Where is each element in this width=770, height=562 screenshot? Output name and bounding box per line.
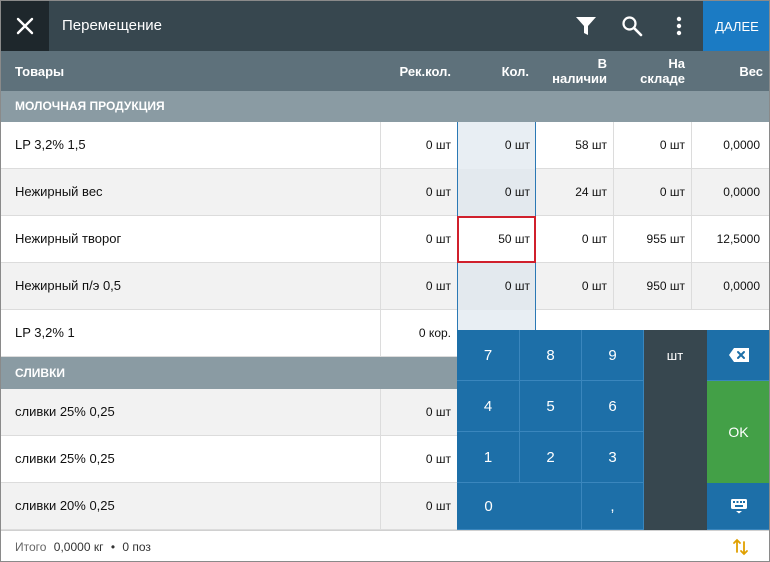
product-name: LP 3,2% 1 — [15, 325, 75, 340]
keyboard-icon — [730, 499, 747, 514]
in-stock-cell: 24 шт — [575, 185, 607, 199]
rec-qty-cell: 0 шт — [425, 138, 451, 152]
move-screen: Перемещение ДАЛЕЕ Товары Рек.кол. Кол. В… — [0, 0, 770, 562]
unit-button[interactable]: шт — [644, 330, 707, 381]
weight-cell: 0,0000 — [723, 185, 760, 199]
rec-qty-cell: 0 шт — [425, 405, 451, 419]
rec-qty-cell: 0 кор. — [418, 326, 451, 340]
weight-cell: 12,5000 — [716, 232, 760, 246]
ok-button[interactable]: OK — [707, 381, 769, 483]
column-qty[interactable]: Кол. — [461, 51, 529, 91]
total-weight: 0,0000 кг — [53, 540, 104, 554]
sort-button[interactable] — [731, 537, 751, 557]
next-button[interactable]: ДАЛЕЕ — [703, 1, 769, 51]
table-row[interactable]: Нежирный вес 0 шт 0 шт 24 шт 0 шт 0,0000 — [1, 169, 769, 216]
close-icon — [16, 17, 34, 35]
total-label: Итого — [15, 540, 47, 554]
rec-qty-cell: 0 шт — [425, 185, 451, 199]
qty-cell[interactable]: 0 шт — [457, 122, 536, 169]
column-in-stock-line1: В — [597, 56, 607, 71]
qty-value: 50 шт — [498, 232, 530, 246]
top-bar: Перемещение ДАЛЕЕ — [1, 1, 769, 51]
rec-qty-cell: 0 шт — [425, 279, 451, 293]
product-name: LP 3,2% 1,5 — [15, 137, 86, 152]
keypad-spacer — [644, 381, 707, 530]
in-stock-cell: 58 шт — [575, 138, 607, 152]
table-row[interactable]: Нежирный творог 0 шт 50 шт 0 шт 955 шт 1… — [1, 216, 769, 263]
search-button[interactable] — [614, 1, 650, 51]
separator: • — [110, 540, 116, 554]
product-name: Нежирный вес — [15, 184, 103, 199]
weight-cell: 0,0000 — [723, 138, 760, 152]
column-goods[interactable]: Товары — [15, 51, 64, 91]
keyboard-button[interactable] — [707, 483, 769, 530]
key-1[interactable]: 1 — [457, 432, 520, 483]
column-in-stock[interactable]: В наличии — [531, 51, 607, 91]
table-row[interactable]: LP 3,2% 1,5 0 шт 0 шт 58 шт 0 шт 0,0000 — [1, 122, 769, 169]
column-weight[interactable]: Вес — [691, 51, 763, 91]
table-header: Товары Рек.кол. Кол. В наличии На складе… — [1, 51, 769, 91]
qty-cell-active[interactable]: 50 шт — [457, 216, 536, 263]
warehouse-cell: 950 шт — [646, 279, 685, 293]
column-warehouse[interactable]: На складе — [611, 51, 685, 91]
key-comma[interactable]: , — [582, 483, 644, 530]
qty-cell[interactable]: 0 шт — [457, 263, 536, 310]
group-header[interactable]: МОЛОЧНАЯ ПРОДУКЦИЯ — [1, 91, 769, 122]
column-in-stock-line2: наличии — [552, 71, 607, 86]
key-2[interactable]: 2 — [520, 432, 582, 483]
warehouse-cell: 0 шт — [659, 185, 685, 199]
summary-footer: Итого 0,0000 кг • 0 поз — [1, 530, 769, 561]
key-0-extended[interactable] — [520, 483, 582, 530]
qty-value: 0 шт — [504, 138, 530, 152]
more-vert-icon — [676, 16, 682, 36]
product-name: Нежирный п/э 0,5 — [15, 278, 122, 293]
qty-value: 0 шт — [504, 185, 530, 199]
rec-qty-cell: 0 шт — [425, 499, 451, 513]
key-0[interactable]: 0 — [457, 483, 520, 530]
key-8[interactable]: 8 — [520, 330, 582, 381]
key-3[interactable]: 3 — [582, 432, 644, 483]
warehouse-cell: 0 шт — [659, 138, 685, 152]
qty-value: 0 шт — [504, 279, 530, 293]
product-name: Нежирный творог — [15, 231, 122, 246]
key-5[interactable]: 5 — [520, 381, 582, 432]
in-stock-cell: 0 шт — [581, 232, 607, 246]
sort-icon — [733, 538, 748, 556]
search-icon — [622, 16, 643, 37]
weight-cell: 0,0000 — [723, 279, 760, 293]
key-7[interactable]: 7 — [457, 330, 520, 381]
key-9[interactable]: 9 — [582, 330, 644, 381]
key-4[interactable]: 4 — [457, 381, 520, 432]
product-name: сливки 25% 0,25 — [15, 451, 115, 466]
warehouse-cell: 955 шт — [646, 232, 685, 246]
table-row[interactable]: Нежирный п/э 0,5 0 шт 0 шт 0 шт 950 шт 0… — [1, 263, 769, 310]
rec-qty-cell: 0 шт — [425, 452, 451, 466]
filter-icon — [576, 17, 596, 35]
column-warehouse-line1: На — [668, 56, 685, 71]
more-button[interactable] — [661, 1, 697, 51]
column-warehouse-line2: складе — [640, 71, 685, 86]
page-title: Перемещение — [62, 17, 162, 34]
in-stock-cell: 0 шт — [581, 279, 607, 293]
rec-qty-cell: 0 шт — [425, 232, 451, 246]
close-button[interactable] — [1, 1, 49, 51]
positions-count: 0 поз — [122, 540, 151, 554]
backspace-button[interactable] — [707, 330, 769, 381]
filter-button[interactable] — [568, 1, 604, 51]
column-rec-qty[interactable]: Рек.кол. — [381, 51, 451, 91]
product-name: сливки 20% 0,25 — [15, 498, 115, 513]
backspace-icon — [728, 348, 749, 362]
key-6[interactable]: 6 — [582, 381, 644, 432]
numeric-keypad: 7 8 9 шт 4 5 6 OK 1 2 3 0 , — [457, 330, 769, 530]
qty-cell[interactable]: 0 шт — [457, 169, 536, 216]
product-name: сливки 25% 0,25 — [15, 404, 115, 419]
